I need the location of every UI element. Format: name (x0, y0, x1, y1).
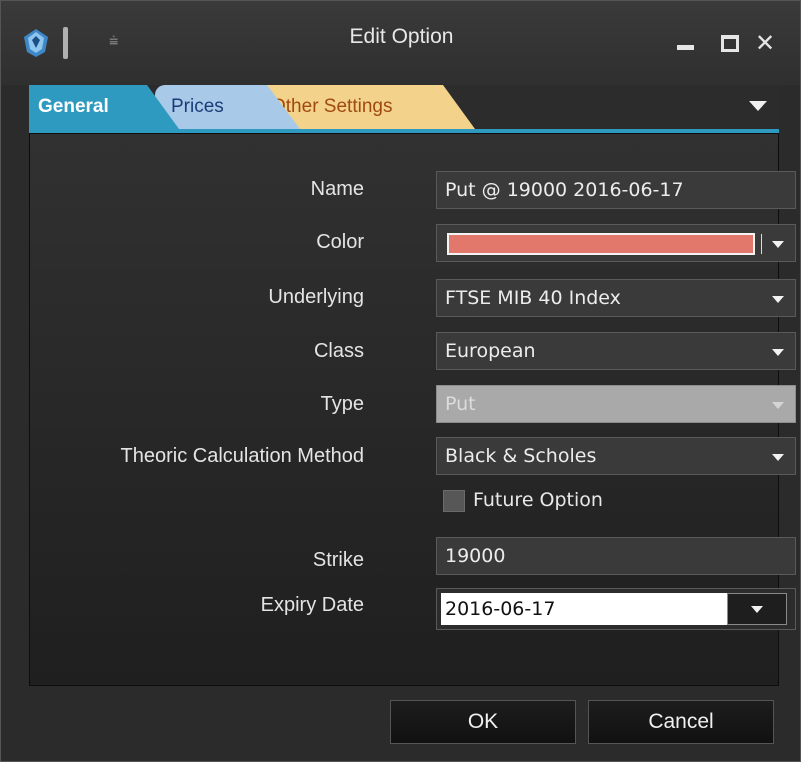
close-icon: ✕ (755, 29, 776, 57)
underlying-value: FTSE MIB 40 Index (445, 287, 621, 309)
type-select: Put (436, 385, 796, 423)
future-option-label[interactable]: Future Option (473, 489, 603, 511)
chevron-down-icon[interactable] (767, 447, 789, 467)
minimize-icon (677, 45, 694, 50)
color-label: Color (316, 231, 364, 253)
cancel-button[interactable]: Cancel (588, 700, 774, 744)
future-option-checkbox[interactable] (443, 490, 465, 512)
close-button[interactable]: ✕ (745, 25, 785, 61)
edit-option-dialog: ⩧ Edit Option ✕ Other Settings Prices Ge… (0, 0, 801, 762)
class-select[interactable]: European (436, 332, 796, 370)
chevron-down-icon[interactable] (767, 342, 789, 362)
calendar-dropdown-button[interactable] (727, 593, 787, 625)
underlying-label: Underlying (268, 286, 364, 308)
name-label: Name (310, 178, 364, 200)
expiry-date-label: Expiry Date (260, 594, 364, 616)
color-picker-separator (761, 234, 762, 254)
expiry-date-picker[interactable]: 2016-06-17 (436, 588, 796, 630)
strike-input[interactable]: 19000 (436, 537, 796, 575)
strike-label: Strike (312, 549, 364, 571)
general-panel: Name Put @ 19000 2016-06-17 Color Underl… (29, 133, 796, 686)
chevron-down-icon[interactable] (767, 234, 789, 254)
calculation-method-select[interactable]: Black & Scholes (436, 437, 796, 475)
title-bar[interactable]: ⩧ Edit Option ✕ (1, 1, 800, 85)
calculation-method-value: Black & Scholes (445, 445, 597, 467)
class-label: Class (313, 340, 364, 362)
class-value: European (445, 340, 536, 362)
calculation-method-label: Theoric Calculation Method (120, 445, 364, 467)
minimize-button[interactable] (665, 25, 705, 61)
expiry-date-input[interactable]: 2016-06-17 (441, 593, 727, 625)
underlying-select[interactable]: FTSE MIB 40 Index (436, 279, 796, 317)
type-label: Type (320, 393, 364, 415)
chevron-down-icon[interactable] (767, 289, 789, 309)
maximize-icon (721, 35, 739, 52)
maximize-button[interactable] (708, 25, 748, 61)
tab-list-dropdown-icon[interactable] (749, 101, 767, 111)
tab-strip: Other Settings Prices General (29, 85, 779, 133)
ok-button[interactable]: OK (390, 700, 576, 744)
color-swatch (447, 233, 755, 255)
type-value: Put (445, 393, 476, 415)
chevron-down-icon (767, 395, 789, 415)
name-input[interactable]: Put @ 19000 2016-06-17 (436, 171, 796, 209)
color-picker[interactable] (436, 224, 796, 262)
